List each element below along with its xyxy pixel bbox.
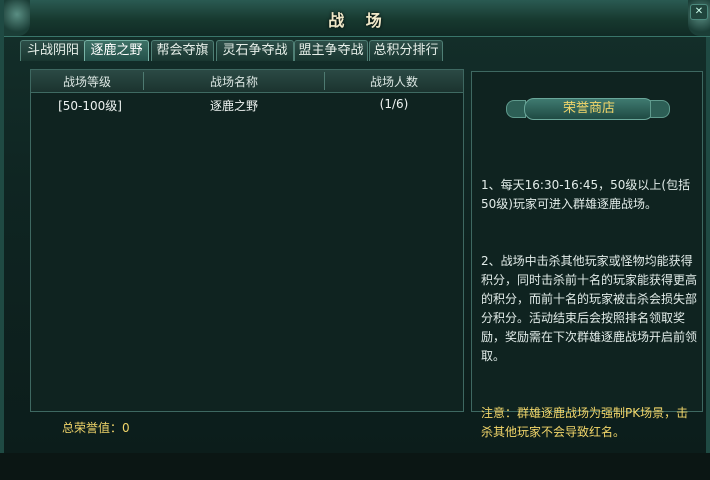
total-honor-value: 0 bbox=[122, 421, 130, 435]
rules-description: 1、每天16:30-16:45，50级以上(包括50级)玩家可进入群雄逐鹿战场。… bbox=[481, 138, 697, 480]
title-bar[interactable]: 战 场 ✕ bbox=[4, 0, 710, 37]
rule-paragraph-2: 2、战场中击杀其他玩家或怪物均能获得积分，同时击杀前十名的玩家能获得更高的积分，… bbox=[481, 254, 698, 363]
total-honor-label: 总荣誉值： bbox=[62, 421, 123, 435]
rule-paragraph-1: 1、每天16:30-16:45，50级以上(包括50级)玩家可进入群雄逐鹿战场。 bbox=[481, 178, 691, 211]
column-header-level: 战场等级 bbox=[62, 75, 111, 89]
rule-note: 注意：群雄逐鹿战场为强制PK场景，击杀其他玩家不会导致红名。 bbox=[481, 406, 689, 439]
tab-bang-hui-duo-qi[interactable]: 帮会夺旗 bbox=[151, 40, 214, 61]
battlefield-window: 战 场 ✕ 斗战阴阳 逐鹿之野 帮会夺旗 灵石争夺战 盟主争夺战 总积分排行 战… bbox=[0, 0, 710, 453]
tab-ling-shi-zheng-duo-zhan[interactable]: 灵石争夺战 bbox=[216, 40, 294, 61]
column-header-name: 战场名称 bbox=[209, 75, 258, 89]
battlefield-list-panel: 战场等级 战场名称 战场人数 [50-100级] 逐鹿之野 (1/6) bbox=[30, 69, 464, 412]
honor-shop-label: 荣誉商店 bbox=[524, 98, 654, 120]
close-button[interactable]: ✕ bbox=[690, 4, 708, 20]
total-honor: 总荣誉值：0 bbox=[62, 419, 130, 436]
tab-zong-ji-fen-pai-hang[interactable]: 总积分排行 bbox=[369, 40, 443, 61]
column-header-count: 战场人数 bbox=[369, 75, 418, 89]
cell-name: 逐鹿之野 bbox=[209, 99, 258, 113]
table-row[interactable]: [50-100级] 逐鹿之野 (1/6) bbox=[31, 95, 463, 113]
tab-meng-zhu-zheng-duo-zhan[interactable]: 盟主争夺战 bbox=[294, 40, 368, 61]
window-title: 战 场 bbox=[328, 11, 390, 30]
table-header: 战场等级 战场名称 战场人数 bbox=[31, 70, 463, 93]
dragon-wing-right-icon bbox=[650, 100, 670, 118]
cell-level: [50-100级] bbox=[58, 99, 122, 113]
cell-count: (1/6) bbox=[379, 97, 409, 111]
honor-shop-button[interactable]: 荣誉商店 bbox=[506, 96, 670, 122]
tab-zhu-lu-zhi-ye[interactable]: 逐鹿之野 bbox=[84, 40, 149, 61]
dragon-wing-left-icon bbox=[506, 100, 526, 118]
tab-dou-zhan-yin-yang[interactable]: 斗战阴阳 bbox=[20, 40, 86, 61]
info-panel: 荣誉商店 1、每天16:30-16:45，50级以上(包括50级)玩家可进入群雄… bbox=[471, 71, 703, 439]
